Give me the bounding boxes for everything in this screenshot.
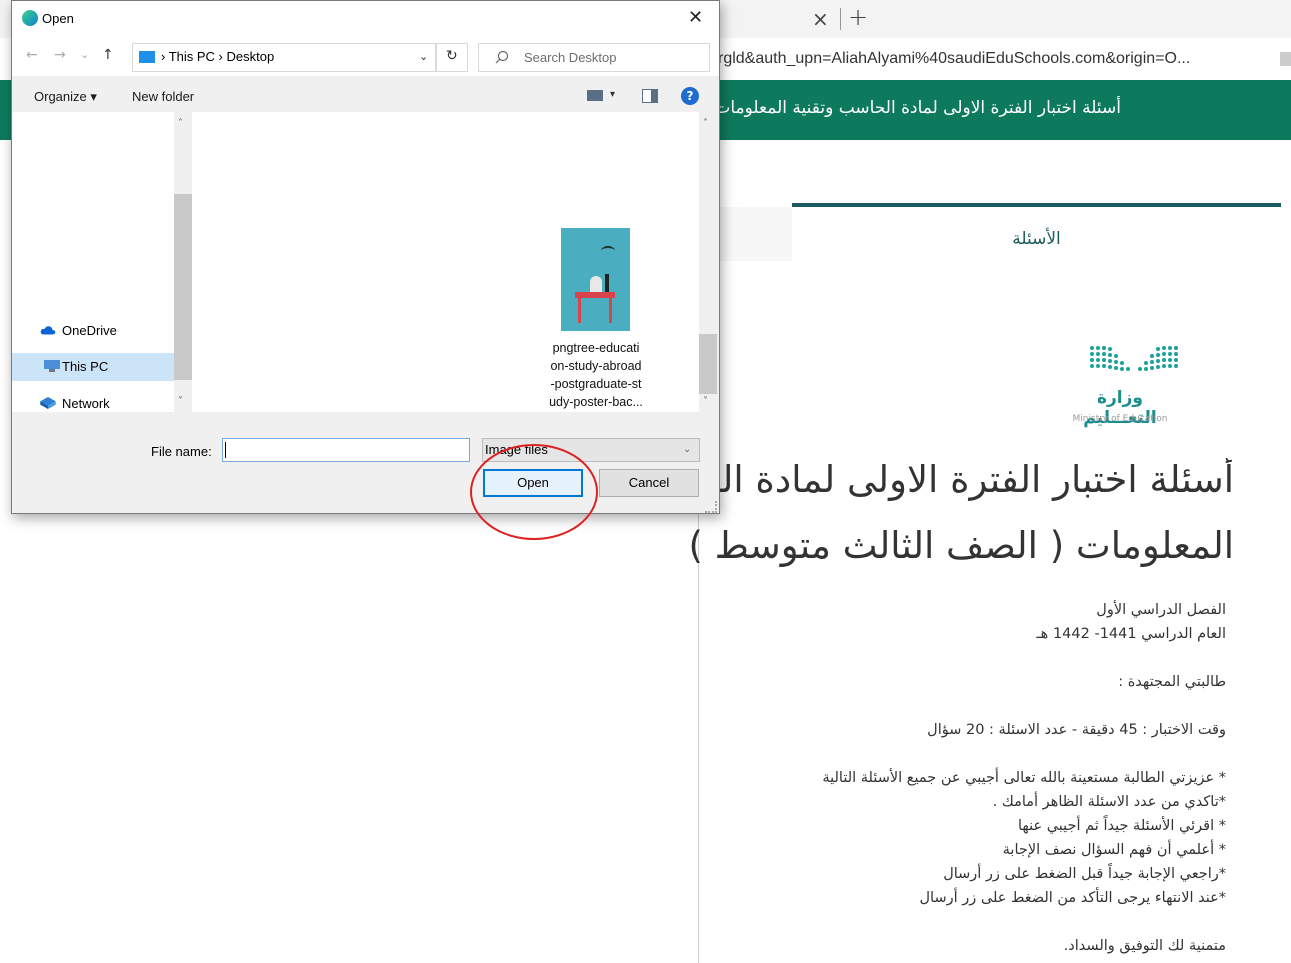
ministry-logo: وزارة التعـــليم Ministry of Education — [1060, 340, 1180, 430]
sidebar-item-this-pc[interactable]: This PC — [12, 353, 174, 381]
ministry-dots-icon — [1090, 346, 1178, 371]
help-icon[interactable]: ? — [681, 87, 699, 105]
instruction-line: *تاكدي من عدد الاسئلة الظاهر أمامك . — [992, 794, 1226, 810]
address-url[interactable]: rgld&auth_upn=AliahAlyami%40saudiEduScho… — [718, 50, 1190, 68]
view-options-dropdown[interactable]: ▾ — [610, 89, 615, 100]
scroll-down-icon[interactable]: ˅ — [703, 396, 708, 407]
new-folder-button[interactable]: New folder — [132, 89, 194, 104]
forward-arrow-icon[interactable]: → — [54, 47, 66, 63]
file-list-scrollbar[interactable]: ˄ ˅ — [699, 112, 717, 412]
dialog-bottom-bar: File name: ⌄ Image files ⌄ Open Cancel — [12, 412, 719, 513]
scroll-up-icon[interactable]: ˄ — [178, 118, 183, 129]
sidebar-item-label: This PC — [62, 359, 109, 374]
change-view-icon[interactable] — [587, 90, 603, 101]
instruction-line: * أعلمي أن فهم السؤال نصف الإجابة — [1002, 842, 1226, 858]
file-name-field-label: File name: — [151, 444, 212, 459]
chevron-down-icon[interactable]: ⌄ — [683, 444, 691, 455]
education-poster-thumbnail[interactable] — [561, 228, 630, 331]
network-icon — [40, 397, 56, 409]
dialog-toolbar: Organize ▾ New folder ▾ ? — [12, 77, 719, 111]
closing-line: متمنية لك التوفيق والسداد. — [1063, 938, 1226, 954]
greeting-line: طالبتي المجتهدة : — [1118, 674, 1226, 690]
organize-button[interactable]: Organize ▾ — [34, 89, 97, 105]
preview-pane-icon[interactable] — [642, 89, 658, 103]
semester-line: الفصل الدراسي الأول — [1096, 602, 1226, 618]
close-icon[interactable]: ✕ — [688, 7, 703, 28]
file-name-field[interactable]: ⌄ — [222, 438, 671, 462]
instruction-line: * عزيزتي الطالبة مستعينة بالله تعالى أجي… — [822, 770, 1226, 786]
form-title-line1: أسئلة اختبار الفترة الاولى لمادة الحاسب … — [634, 458, 1234, 501]
computer-icon — [44, 360, 60, 372]
breadcrumb[interactable]: › This PC › Desktop ⌄ — [132, 43, 436, 72]
recent-locations-icon[interactable]: ⌄ — [80, 48, 89, 61]
search-icon — [495, 50, 509, 64]
navigation-scrollbar[interactable]: ˄ ˅ — [174, 112, 192, 412]
exam-info-line: وقت الاختبار : 45 دقيقة - عدد الاسئلة : … — [927, 722, 1226, 738]
instruction-line: *راجعي الإجابة جيداً قبل الضغط على زر أر… — [943, 866, 1226, 882]
instruction-line: * اقرئي الأسئلة جيداً ثم أجيبي عنها — [1017, 818, 1226, 834]
navigation-pane: OneDrive This PC Network — [12, 112, 174, 412]
up-arrow-icon[interactable]: ↑ — [102, 47, 114, 63]
dialog-titlebar[interactable]: Open ✕ — [12, 1, 719, 36]
refresh-button[interactable]: ↻ — [436, 43, 468, 72]
sidebar-item-label: OneDrive — [62, 323, 117, 338]
tab-close-icon[interactable]: × — [812, 7, 829, 31]
ministry-name-en: Ministry of Education — [1072, 414, 1168, 424]
back-arrow-icon[interactable]: ← — [26, 47, 38, 63]
tab-questions[interactable]: الأسئلة — [792, 203, 1281, 265]
search-input[interactable]: Search Desktop — [478, 43, 710, 72]
new-tab-button[interactable]: + — [848, 3, 868, 31]
form-title-line2: المعلومات ( الصف الثالث متوسط ) — [688, 524, 1234, 567]
form-description: الفصل الدراسي الأول العام الدراسي 1441- … — [666, 598, 1226, 958]
file-list-pane: pngtree-educati on-study-abroad -postgra… — [192, 112, 699, 412]
scroll-down-icon[interactable]: ˅ — [178, 396, 183, 407]
instruction-line: *عند الانتهاء يرجى التأكد من الضغط على ز… — [919, 890, 1227, 906]
cancel-button[interactable]: Cancel — [599, 469, 699, 497]
lamp-graphic — [605, 274, 609, 292]
open-file-dialog: Open ✕ ← → ⌄ ↑ › This PC › Desktop ⌄ ↻ S… — [11, 0, 720, 514]
onedrive-cloud-icon — [40, 326, 56, 335]
scrollbar-thumb[interactable] — [699, 334, 717, 394]
search-placeholder: Search Desktop — [524, 50, 617, 65]
year-line: العام الدراسي 1441- 1442 هـ — [1036, 626, 1226, 642]
edge-browser-icon — [22, 10, 38, 26]
tab-questions-label: الأسئلة — [1012, 229, 1061, 249]
sidebar-item-onedrive[interactable]: OneDrive — [12, 317, 174, 345]
form-header-title: أسئلة اختبار الفترة الاولى لمادة الحاسب … — [714, 98, 1121, 118]
scrollbar-thumb[interactable] — [174, 194, 192, 380]
birds-graphic — [601, 246, 615, 256]
scroll-up-icon[interactable]: ˄ — [703, 118, 708, 129]
text-caret — [225, 442, 226, 458]
dialog-nav-row: ← → ⌄ ↑ › This PC › Desktop ⌄ ↻ Search D… — [12, 36, 719, 76]
file-name-label[interactable]: pngtree-educati on-study-abroad -postgra… — [532, 339, 660, 411]
tab-separator — [840, 8, 841, 30]
dialog-title: Open — [42, 11, 74, 26]
this-pc-icon — [139, 51, 155, 63]
chevron-down-icon[interactable]: ⌄ — [419, 50, 428, 63]
resize-grip-icon[interactable] — [705, 501, 717, 513]
breadcrumb-path[interactable]: › This PC › Desktop — [161, 49, 274, 64]
red-annotation-circle — [470, 444, 598, 540]
reader-icon[interactable] — [1280, 52, 1291, 66]
refresh-icon: ↻ — [446, 48, 458, 64]
sidebar-item-label: Network — [62, 396, 110, 411]
